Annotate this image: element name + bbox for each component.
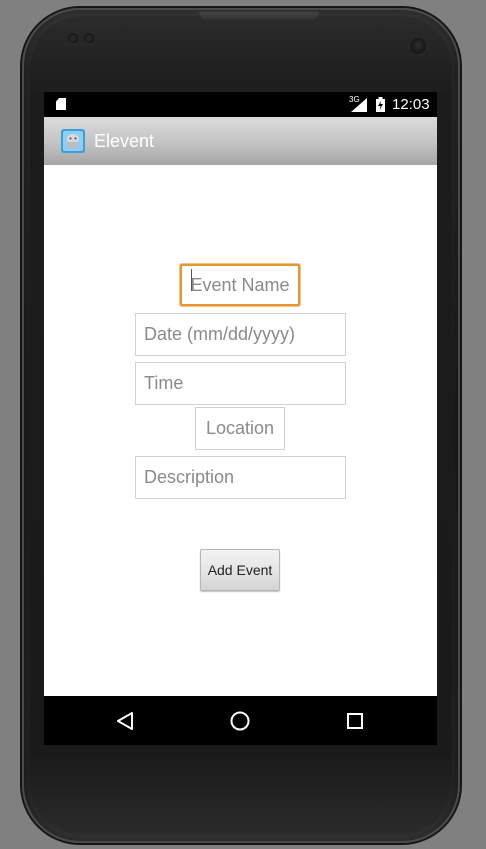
navigation-bar [44, 696, 437, 745]
text-cursor [191, 269, 192, 291]
sensor-dot-right [84, 33, 94, 43]
battery-charging-icon [376, 97, 385, 112]
status-bar: 3G 12:03 [44, 92, 437, 117]
front-camera-icon [410, 38, 426, 54]
signal-strength-icon [351, 98, 367, 112]
app-title: Elevent [94, 131, 155, 151]
home-circle-icon[interactable] [227, 708, 253, 734]
emulator-background: 3G 12:03 Elevent Event Name Date (mm/dd/… [0, 0, 486, 849]
event-name-input[interactable] [180, 264, 300, 306]
earpiece-speaker [198, 10, 320, 22]
event-form: Add Event [44, 165, 437, 696]
add-event-button[interactable]: Add Event [200, 549, 280, 591]
action-bar: Elevent [44, 117, 437, 165]
status-clock: 12:03 [392, 96, 430, 113]
sensor-dot-left [68, 33, 78, 43]
recents-square-icon[interactable] [342, 708, 368, 734]
time-input[interactable] [135, 362, 346, 405]
location-input[interactable] [195, 407, 285, 450]
date-input[interactable] [135, 313, 346, 356]
back-triangle-icon[interactable] [112, 708, 138, 734]
android-app-icon[interactable] [61, 129, 85, 153]
sd-card-icon [56, 98, 66, 110]
description-input[interactable] [135, 456, 346, 499]
device-screen: 3G 12:03 Elevent Event Name Date (mm/dd/… [44, 92, 437, 745]
